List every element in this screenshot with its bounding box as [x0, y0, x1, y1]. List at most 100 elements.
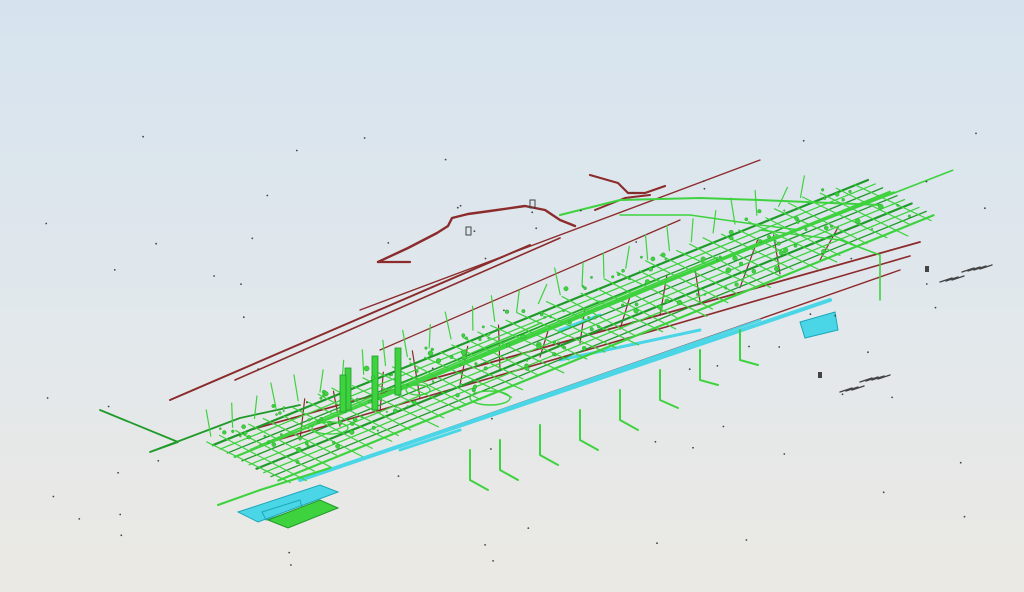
equipment-marker	[834, 314, 837, 317]
equipment-marker	[120, 534, 123, 537]
pipe-fitting	[744, 217, 749, 222]
drop-pipe	[539, 424, 559, 466]
supply-main-run	[233, 190, 891, 459]
supply-pipe-run	[619, 214, 801, 231]
pipe-fitting	[424, 346, 428, 350]
supply-branch	[712, 209, 717, 234]
equipment-marker	[491, 417, 493, 420]
pipe-fitting	[406, 383, 409, 386]
equipment-marker	[387, 242, 390, 244]
pipe-fitting	[327, 420, 332, 426]
pipe-fitting	[587, 316, 590, 319]
equipment-marker	[155, 242, 158, 245]
pipe-fitting	[676, 299, 683, 306]
equipment-marker	[459, 204, 462, 207]
supply-branch	[205, 409, 212, 437]
pipe-fitting	[751, 269, 756, 274]
vertical-riser	[394, 347, 402, 396]
pipe-fitting	[734, 282, 739, 287]
pipe-fitting	[370, 375, 376, 380]
supply-branch	[625, 245, 630, 269]
pipe-fitting	[718, 255, 722, 259]
supply-main-run	[270, 210, 927, 478]
pipe-fitting	[567, 320, 572, 325]
pipe-fitting	[352, 417, 358, 423]
pipe-fitting	[390, 373, 394, 377]
equipment-marker	[558, 343, 560, 346]
3d-model-viewport[interactable]	[0, 0, 1024, 592]
supply-pipe-layer	[99, 169, 954, 529]
pipe-fitting	[732, 255, 738, 261]
mep-pipe-network-model[interactable]	[0, 0, 1024, 592]
pipe-fitting	[562, 310, 565, 313]
equipment-marker	[882, 491, 885, 494]
equipment-marker	[157, 459, 160, 462]
equipment-marker	[959, 461, 962, 464]
pipe-fitting	[316, 419, 321, 424]
equipment-marker	[925, 283, 928, 285]
supply-branch	[444, 311, 452, 340]
equipment-marker	[783, 453, 786, 455]
pipe-fitting	[263, 434, 267, 438]
pipe-fitting	[349, 429, 355, 435]
pipe-fitting	[521, 309, 526, 313]
pipe-fitting	[332, 440, 336, 445]
equipment-marker	[867, 351, 869, 354]
pipe-fitting	[767, 234, 771, 239]
equipment-marker	[242, 316, 245, 319]
supply-branch	[799, 175, 805, 199]
pipe-fitting	[593, 316, 597, 320]
return-pipe-run	[376, 204, 577, 264]
drop-pipe	[619, 389, 639, 431]
pipe-fitting	[758, 239, 763, 244]
pipe-fitting	[562, 345, 566, 350]
equipment-marker	[444, 158, 447, 161]
pipe-fitting	[650, 256, 656, 262]
pipe-fitting	[583, 286, 587, 290]
pipe-fitting	[487, 337, 490, 340]
pipe-fitting	[907, 214, 911, 218]
pipe-fitting	[796, 220, 800, 224]
pipe-fitting	[621, 268, 625, 273]
supply-branch	[206, 441, 291, 484]
pipe-fitting	[549, 315, 552, 319]
equipment-marker	[142, 135, 145, 138]
pipe-fitting	[239, 434, 242, 438]
pipe-fitting	[597, 325, 601, 329]
equipment-marker	[46, 397, 49, 399]
pipe-fitting	[241, 424, 246, 430]
pipe-fitting	[633, 308, 639, 314]
pipe-fitting	[473, 392, 476, 395]
pipe-fitting	[471, 387, 476, 393]
equipment-marker	[778, 346, 781, 348]
pipe-fitting	[557, 341, 560, 344]
pipe-fitting	[243, 430, 248, 435]
equipment-marker	[656, 542, 658, 545]
equipment-marker	[716, 365, 719, 367]
pipe-fitting	[617, 272, 621, 276]
pipe-fitting	[271, 442, 277, 447]
pipe-fitting	[271, 404, 276, 408]
pipe-fitting	[231, 429, 235, 433]
pipe-fitting	[621, 303, 625, 307]
pipe-fitting	[757, 209, 762, 214]
equipment-marker	[288, 551, 291, 554]
pipe-fitting	[590, 275, 593, 279]
pipe-fitting	[644, 279, 650, 285]
pipe-fitting	[368, 400, 372, 404]
equipment-marker	[257, 368, 260, 371]
drop-pipe	[699, 349, 719, 386]
equipment-marker	[52, 495, 55, 498]
pipe-fitting	[778, 250, 784, 256]
pipe-fitting	[222, 430, 227, 435]
pipe-fitting	[804, 227, 808, 231]
equipment-marker	[692, 446, 694, 449]
equipment-marker	[722, 425, 725, 428]
pipe-fitting	[319, 396, 323, 400]
pipe-fitting	[520, 334, 526, 340]
duct-branch	[398, 428, 462, 452]
pipe-fitting	[628, 277, 631, 281]
pipe-fitting	[631, 321, 634, 324]
drop-pipe	[579, 409, 599, 451]
pipe-fitting	[536, 344, 542, 350]
